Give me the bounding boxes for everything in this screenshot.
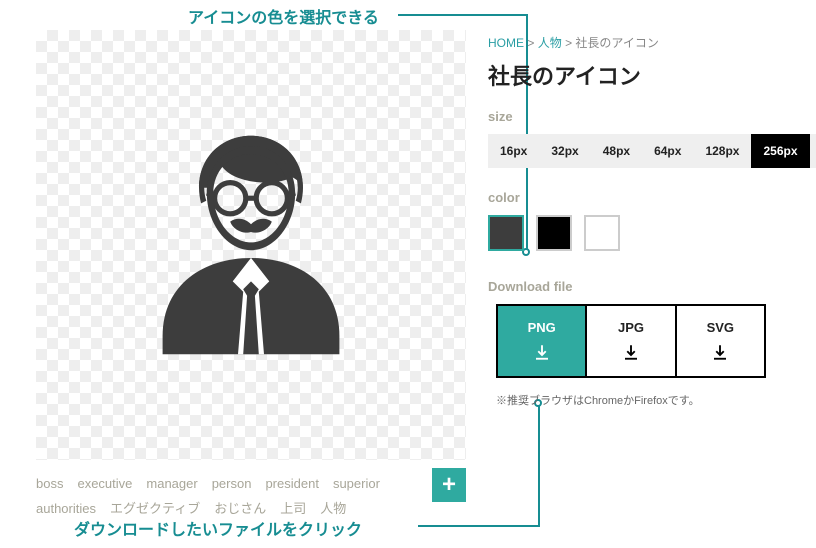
size-option[interactable]: 128px <box>693 134 751 168</box>
tag[interactable]: エグゼクティブ <box>110 501 200 516</box>
size-selector: 16px32px48px64px128px256px512px <box>488 134 816 168</box>
callout-leader-h2 <box>418 525 538 527</box>
page-title: 社長のアイコン <box>488 59 816 91</box>
download-option-jpg[interactable]: JPG <box>587 306 676 376</box>
download-icon <box>533 343 551 364</box>
color-swatch[interactable] <box>488 215 524 251</box>
add-tag-button[interactable]: + <box>432 468 466 502</box>
download-option-label: PNG <box>528 320 556 335</box>
size-option[interactable]: 32px <box>539 134 590 168</box>
tag[interactable]: executive <box>77 476 132 491</box>
breadcrumb: HOME > 人物 > 社長のアイコン <box>488 34 816 51</box>
size-option[interactable]: 256px <box>751 134 809 168</box>
size-option[interactable]: 48px <box>591 134 642 168</box>
color-label: color <box>488 190 816 205</box>
download-selector: PNG JPG SVG <box>496 304 766 378</box>
size-option[interactable]: 64px <box>642 134 693 168</box>
download-option-svg[interactable]: SVG <box>677 306 764 376</box>
download-icon <box>622 343 640 364</box>
breadcrumb-sep: > <box>527 36 534 50</box>
tag-row: bossexecutivemanagerpersonpresidentsuper… <box>36 468 466 521</box>
tag[interactable]: 上司 <box>280 501 306 516</box>
breadcrumb-home[interactable]: HOME <box>488 36 524 50</box>
size-option[interactable]: 16px <box>488 134 539 168</box>
plus-icon: + <box>442 471 456 499</box>
tag[interactable]: manager <box>146 476 197 491</box>
size-label: size <box>488 109 816 124</box>
right-column: HOME > 人物 > 社長のアイコン 社長のアイコン size 16px32p… <box>466 30 816 521</box>
download-label: Download file <box>488 279 816 294</box>
tag[interactable]: おじさん <box>214 501 266 516</box>
tag[interactable]: president <box>265 476 318 491</box>
download-option-label: SVG <box>707 320 734 335</box>
tag[interactable]: boss <box>36 476 63 491</box>
size-option[interactable]: 512px <box>810 134 816 168</box>
icon-preview <box>36 30 466 460</box>
callout-leader-h1 <box>398 14 526 16</box>
callout-color: アイコンの色を選択できる <box>188 4 379 28</box>
tag[interactable]: 人物 <box>320 501 346 516</box>
download-option-png[interactable]: PNG <box>498 306 587 376</box>
breadcrumb-current: 社長のアイコン <box>575 36 658 50</box>
breadcrumb-category[interactable]: 人物 <box>538 36 562 50</box>
boss-icon <box>121 115 381 375</box>
breadcrumb-sep: > <box>565 36 572 50</box>
tag[interactable]: person <box>212 476 252 491</box>
browser-note: ※推奨ブラウザはChromeかFirefoxです。 <box>496 392 816 408</box>
content-wrapper: bossexecutivemanagerpersonpresidentsuper… <box>36 30 796 521</box>
tag-list: bossexecutivemanagerpersonpresidentsuper… <box>36 468 426 521</box>
color-swatch[interactable] <box>584 215 620 251</box>
left-column: bossexecutivemanagerpersonpresidentsuper… <box>36 30 466 521</box>
color-swatch[interactable] <box>536 215 572 251</box>
download-icon <box>711 343 729 364</box>
color-selector <box>488 215 816 251</box>
download-option-label: JPG <box>618 320 644 335</box>
